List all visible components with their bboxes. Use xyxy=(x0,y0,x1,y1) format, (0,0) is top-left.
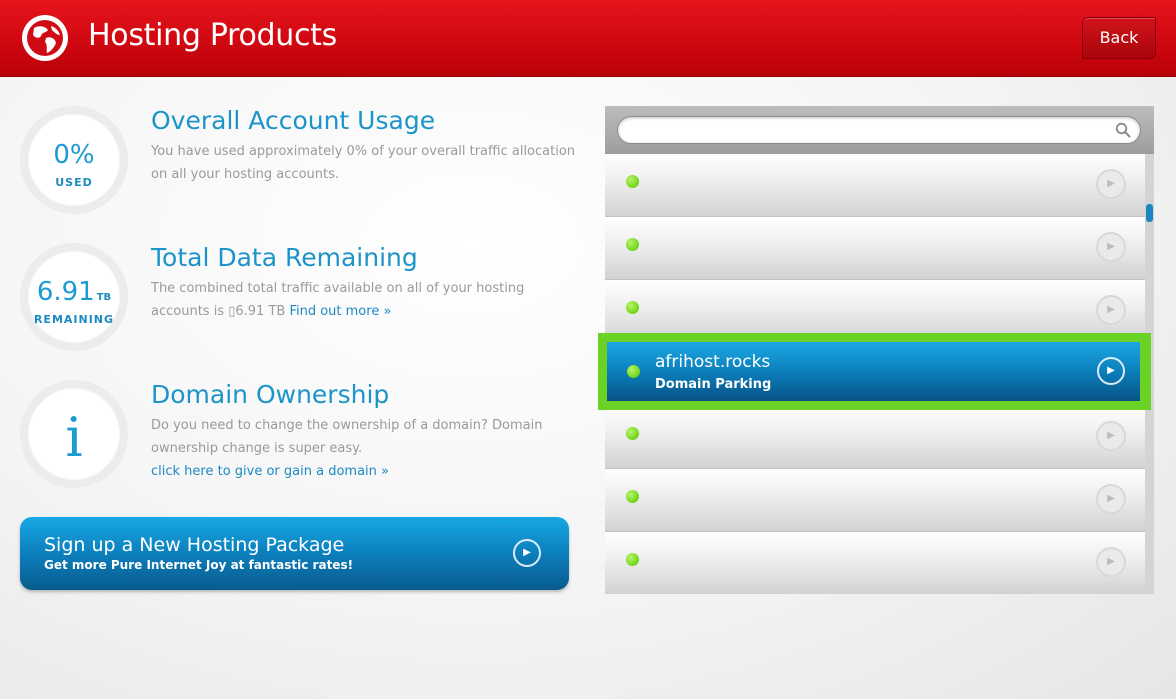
usage-value: 0% xyxy=(53,140,95,170)
domain-row-selected[interactable]: afrihost.rocks Domain Parking ▶ xyxy=(607,342,1140,401)
scrollbar-thumb[interactable] xyxy=(1146,204,1153,222)
search-icon[interactable] xyxy=(1115,122,1131,138)
account-usage-section: 0% USED Overall Account Usage You have u… xyxy=(20,106,580,216)
chevron-right-icon[interactable]: ▶ xyxy=(1096,295,1126,325)
usage-ring: 0% USED xyxy=(20,106,128,214)
data-remaining-section: 6.91 TB REMAINING Total Data Remaining Th… xyxy=(20,243,580,353)
find-out-more-link[interactable]: Find out more » xyxy=(289,304,391,319)
ownership-description: Do you need to change the ownership of a… xyxy=(151,418,543,456)
usage-title: Overall Account Usage xyxy=(151,106,436,135)
info-icon: i xyxy=(65,406,83,469)
domain-ownership-section: i Domain Ownership Do you need to change… xyxy=(20,380,580,490)
domain-name: afrihost.rocks xyxy=(655,352,771,372)
status-active-icon xyxy=(626,238,639,251)
domain-row[interactable]: ▶ xyxy=(605,154,1145,217)
remaining-label: REMAINING xyxy=(33,313,115,326)
domain-row[interactable]: ▶ xyxy=(605,469,1145,532)
ownership-ring: i xyxy=(20,380,128,488)
usage-label: USED xyxy=(55,176,93,189)
globe-icon xyxy=(22,15,68,61)
domain-row[interactable]: ▶ xyxy=(605,406,1145,469)
page-title: Hosting Products xyxy=(88,18,337,53)
chevron-right-icon[interactable]: ▶ xyxy=(1096,232,1126,262)
chevron-right-icon[interactable]: ▶ xyxy=(1096,484,1126,514)
status-active-icon xyxy=(626,301,639,314)
signup-title: Sign up a New Hosting Package xyxy=(44,534,345,556)
remaining-value-line: 6.91 TB xyxy=(28,277,120,307)
domain-row[interactable]: ▶ xyxy=(605,217,1145,280)
signup-hosting-button[interactable]: Sign up a New Hosting Package Get more P… xyxy=(20,517,569,590)
chevron-right-icon: ▶ xyxy=(513,539,541,567)
give-gain-domain-link[interactable]: click here to give or gain a domain » xyxy=(151,460,581,483)
status-active-icon xyxy=(626,175,639,188)
chevron-right-icon[interactable]: ▶ xyxy=(1096,421,1126,451)
status-active-icon xyxy=(626,490,639,503)
app-header: Hosting Products Back xyxy=(0,0,1176,77)
status-active-icon xyxy=(626,427,639,440)
search-input[interactable] xyxy=(617,116,1141,144)
remaining-value: 6.91 xyxy=(36,277,95,307)
status-active-icon xyxy=(626,553,639,566)
chevron-right-icon[interactable]: ▶ xyxy=(1097,357,1125,385)
status-active-icon xyxy=(627,365,640,378)
chevron-right-icon[interactable]: ▶ xyxy=(1096,547,1126,577)
remaining-title: Total Data Remaining xyxy=(151,243,418,272)
search-bar xyxy=(605,106,1154,154)
usage-description: You have used approximately 0% of your o… xyxy=(151,144,576,182)
signup-subtitle: Get more Pure Internet Joy at fantastic … xyxy=(44,558,354,572)
selected-domain-highlight: afrihost.rocks Domain Parking ▶ xyxy=(598,333,1151,410)
remaining-ring: 6.91 TB REMAINING xyxy=(20,243,128,351)
remaining-description: The combined total traffic available on … xyxy=(151,277,581,323)
domain-row[interactable]: ▶ xyxy=(605,532,1145,594)
remaining-unit: TB xyxy=(96,292,112,303)
ownership-title: Domain Ownership xyxy=(151,380,390,409)
chevron-right-icon[interactable]: ▶ xyxy=(1096,169,1126,199)
domain-type: Domain Parking xyxy=(655,377,772,392)
back-button[interactable]: Back xyxy=(1082,17,1156,59)
